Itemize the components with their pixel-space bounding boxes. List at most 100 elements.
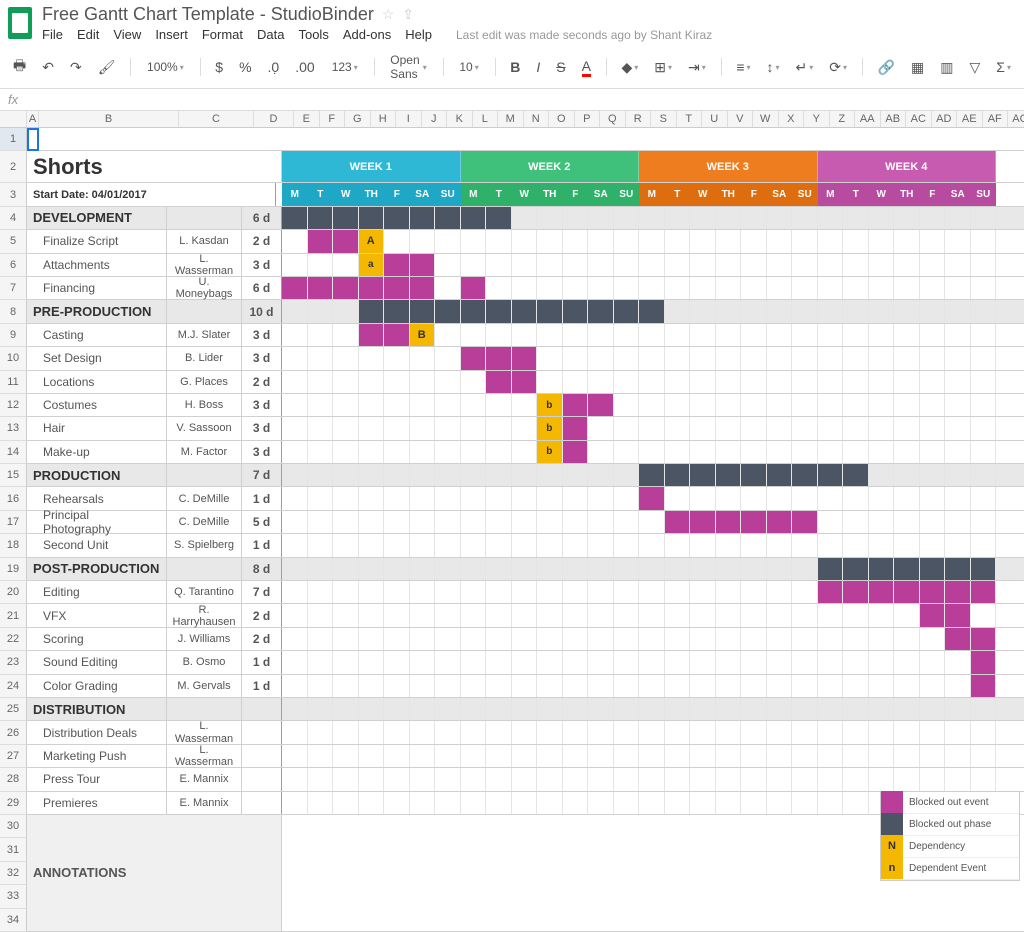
day-cell[interactable] — [333, 675, 359, 697]
day-cell[interactable] — [308, 254, 334, 276]
italic-icon[interactable]: I — [531, 56, 545, 78]
day-cell[interactable] — [308, 207, 334, 229]
day-cell[interactable] — [614, 628, 640, 650]
day-cell[interactable] — [282, 371, 308, 393]
day-cell[interactable] — [639, 324, 665, 346]
row-header-17[interactable]: 17 — [0, 511, 27, 534]
day-cell[interactable] — [282, 417, 308, 439]
day-cell[interactable] — [486, 277, 512, 299]
day-cell[interactable] — [639, 792, 665, 814]
day-cell[interactable] — [537, 768, 563, 790]
day-cell[interactable] — [588, 277, 614, 299]
day-cell[interactable] — [869, 417, 895, 439]
day-cell[interactable] — [588, 534, 614, 556]
day-cell[interactable] — [435, 628, 461, 650]
day-cell[interactable] — [920, 464, 946, 486]
day-cell[interactable] — [512, 534, 538, 556]
day-cell[interactable] — [333, 441, 359, 463]
day-cell[interactable] — [435, 324, 461, 346]
day-cell[interactable] — [588, 675, 614, 697]
day-cell[interactable] — [716, 441, 742, 463]
day-cell[interactable] — [945, 581, 971, 603]
zoom-select[interactable]: 100%▾ — [141, 57, 190, 77]
day-cell[interactable] — [461, 371, 487, 393]
day-cell[interactable] — [333, 254, 359, 276]
day-cell[interactable] — [384, 417, 410, 439]
link-icon[interactable]: 🔗 — [873, 56, 900, 79]
day-cell[interactable] — [894, 277, 920, 299]
day-cell[interactable] — [461, 441, 487, 463]
day-cell[interactable] — [792, 207, 818, 229]
day-cell[interactable] — [486, 651, 512, 673]
day-cell[interactable] — [818, 628, 844, 650]
day-cell[interactable] — [512, 207, 538, 229]
day-cell[interactable] — [971, 604, 997, 626]
day-cell[interactable] — [818, 745, 844, 767]
day-cell[interactable] — [435, 347, 461, 369]
day-cell[interactable] — [971, 768, 997, 790]
day-cell[interactable] — [614, 324, 640, 346]
day-cell[interactable] — [971, 534, 997, 556]
day-cell[interactable] — [410, 300, 436, 322]
day-cell[interactable] — [920, 511, 946, 533]
day-cell[interactable] — [359, 347, 385, 369]
day-cell[interactable] — [690, 300, 716, 322]
day-cell[interactable] — [461, 347, 487, 369]
day-cell[interactable] — [359, 792, 385, 814]
day-cell[interactable] — [792, 534, 818, 556]
day-cell[interactable] — [588, 792, 614, 814]
day-cell[interactable] — [894, 487, 920, 509]
day-cell[interactable] — [384, 300, 410, 322]
day-cell[interactable] — [537, 628, 563, 650]
day-cell[interactable] — [818, 207, 844, 229]
day-cell[interactable] — [282, 254, 308, 276]
day-cell[interactable] — [818, 604, 844, 626]
day-cell[interactable] — [435, 207, 461, 229]
day-cell[interactable] — [945, 300, 971, 322]
day-cell[interactable] — [563, 675, 589, 697]
row-header-7[interactable]: 7 — [0, 277, 27, 300]
day-cell[interactable] — [537, 277, 563, 299]
day-cell[interactable] — [308, 792, 334, 814]
day-cell[interactable] — [639, 511, 665, 533]
day-cell[interactable] — [486, 487, 512, 509]
day-cell[interactable] — [767, 558, 793, 580]
day-cell[interactable] — [410, 464, 436, 486]
day-cell[interactable] — [308, 394, 334, 416]
col-header-I[interactable]: I — [396, 111, 422, 127]
day-cell[interactable] — [818, 277, 844, 299]
day-cell[interactable] — [716, 651, 742, 673]
day-cell[interactable] — [282, 230, 308, 252]
day-cell[interactable] — [843, 277, 869, 299]
row-header-24[interactable]: 24 — [0, 675, 27, 698]
day-cell[interactable] — [767, 651, 793, 673]
day-cell[interactable] — [563, 371, 589, 393]
day-cell[interactable] — [920, 698, 946, 720]
day-cell[interactable] — [614, 651, 640, 673]
day-cell[interactable] — [741, 324, 767, 346]
day-cell[interactable] — [512, 441, 538, 463]
day-cell[interactable]: A — [359, 230, 385, 252]
day-cell[interactable] — [486, 417, 512, 439]
day-cell[interactable] — [563, 300, 589, 322]
day-cell[interactable] — [614, 347, 640, 369]
day-cell[interactable] — [410, 651, 436, 673]
day-cell[interactable] — [869, 324, 895, 346]
day-cell[interactable] — [894, 651, 920, 673]
day-cell[interactable] — [308, 698, 334, 720]
day-cell[interactable] — [512, 651, 538, 673]
day-cell[interactable] — [869, 558, 895, 580]
day-cell[interactable] — [665, 324, 691, 346]
day-cell[interactable] — [537, 792, 563, 814]
day-cell[interactable] — [410, 628, 436, 650]
day-cell[interactable] — [792, 581, 818, 603]
day-cell[interactable] — [741, 651, 767, 673]
day-cell[interactable] — [690, 581, 716, 603]
day-cell[interactable] — [792, 768, 818, 790]
day-cell[interactable] — [767, 371, 793, 393]
day-cell[interactable] — [665, 721, 691, 743]
day-cell[interactable]: b — [537, 417, 563, 439]
day-cell[interactable] — [384, 324, 410, 346]
day-cell[interactable] — [971, 441, 997, 463]
row-header-2[interactable]: 2 — [0, 151, 27, 183]
